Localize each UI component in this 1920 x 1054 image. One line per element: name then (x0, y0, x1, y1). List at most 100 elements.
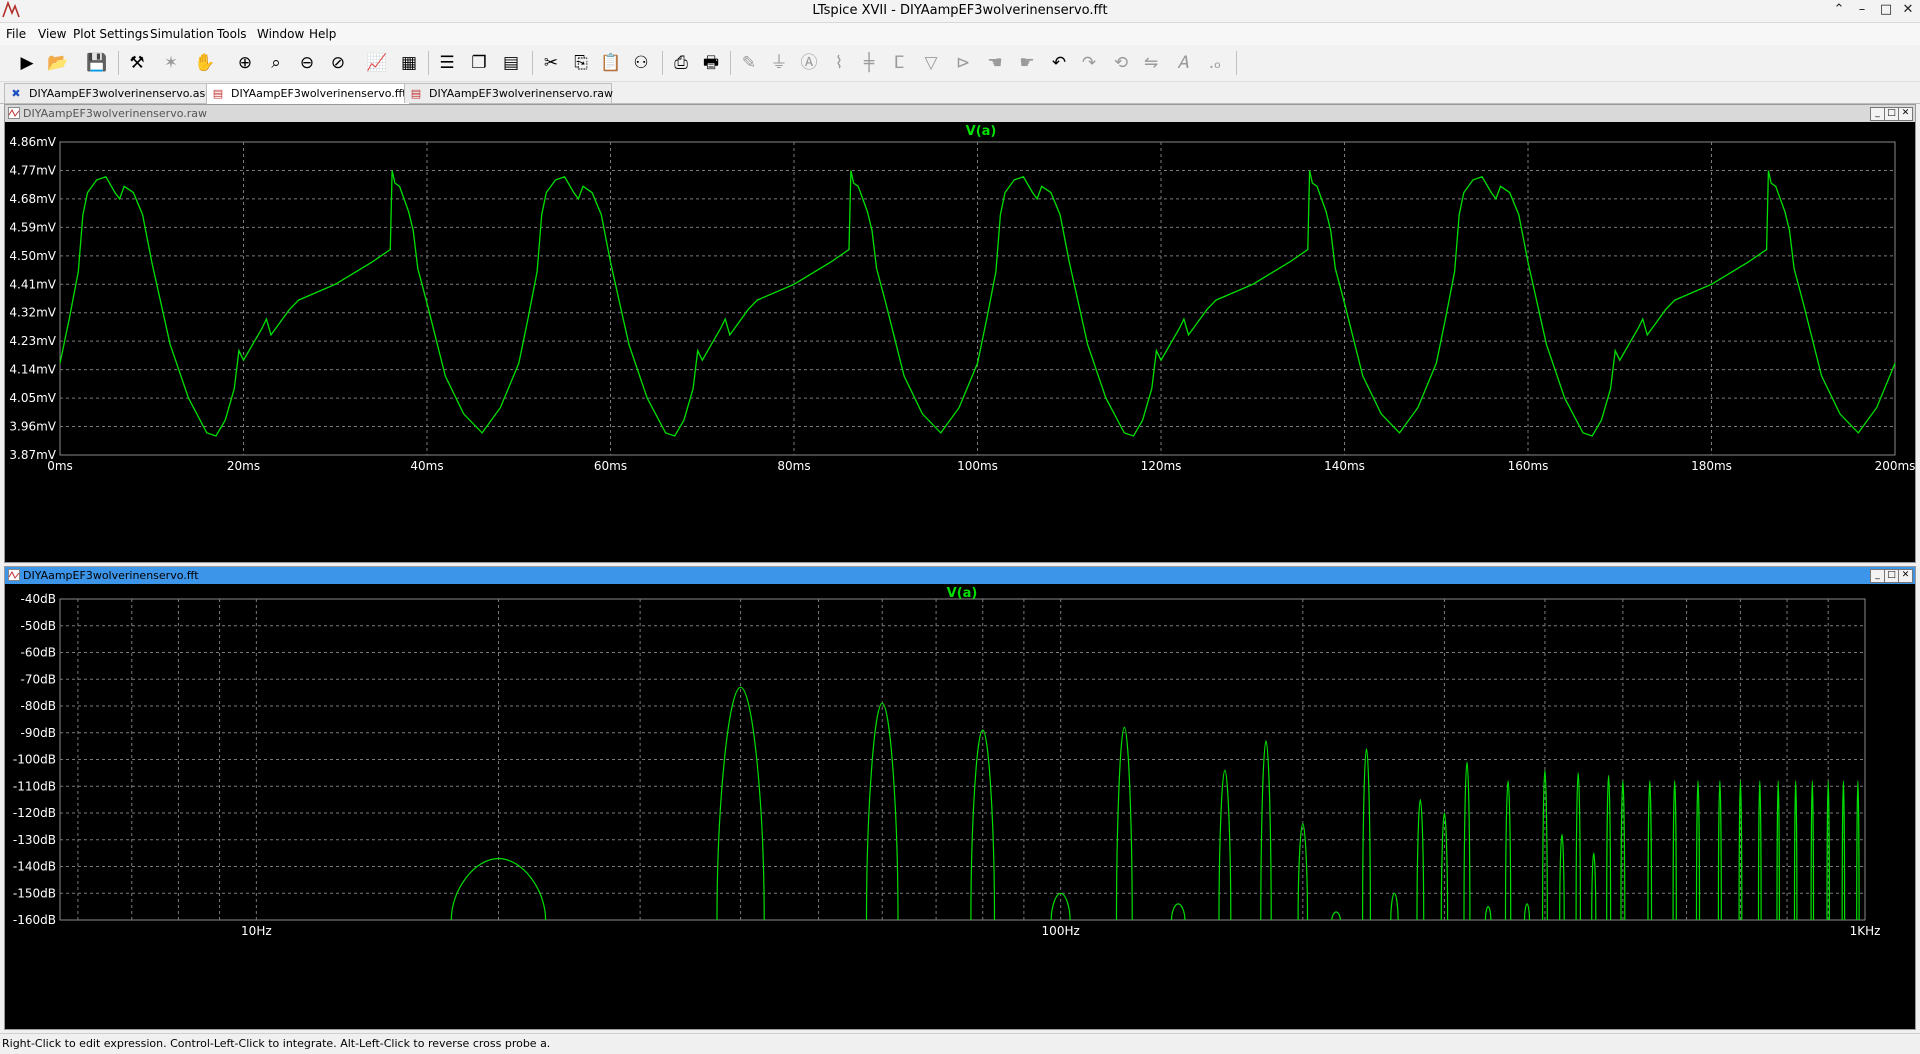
y-tick-label[interactable]: 4.41mV (9, 277, 56, 291)
y-tick-label[interactable]: -150dB (13, 886, 56, 900)
x-tick-label[interactable]: 120ms (1141, 459, 1182, 473)
plot-maximize-button[interactable]: □ (1884, 107, 1899, 121)
print-setup-icon[interactable]: 🖶 (698, 50, 724, 76)
y-tick-label[interactable]: 4.14mV (9, 363, 56, 377)
y-tick-label[interactable]: 4.59mV (9, 220, 56, 234)
x-tick-label[interactable]: 100Hz (1042, 924, 1080, 938)
fft-peak[interactable] (1672, 780, 1677, 921)
autorange-icon[interactable]: 📈 (364, 50, 390, 76)
x-tick-label[interactable]: 10Hz (241, 924, 272, 938)
y-tick-label[interactable]: -110dB (13, 779, 56, 793)
fft-peak[interactable] (1416, 798, 1425, 921)
x-tick-label[interactable]: 100ms (957, 459, 998, 473)
y-tick-label[interactable]: -80dB (21, 699, 56, 713)
window-restore-button[interactable]: – (1853, 2, 1871, 17)
draw-wire-icon[interactable]: ✎ (736, 50, 762, 76)
save-icon[interactable]: 💾 (84, 50, 110, 76)
drag-hand-icon[interactable]: ☛ (1014, 50, 1040, 76)
window-minimize-button[interactable]: ⌃ (1830, 2, 1848, 17)
find-binoculars-icon[interactable]: ⚇ (628, 50, 654, 76)
fft-peak[interactable] (1810, 780, 1815, 921)
copy-icon[interactable]: ⎘ (568, 50, 594, 76)
tile-vertical-icon[interactable]: ▤ (498, 50, 524, 76)
transient-plot-title-bar[interactable]: DIYAampEF3wolverinenservo.raw _ □ ✕ (5, 105, 1915, 122)
fft-peak[interactable] (1793, 780, 1798, 921)
x-tick-label[interactable]: 1KHz (1850, 924, 1881, 938)
spice-directive-icon[interactable]: .ₒ (1202, 50, 1228, 76)
y-tick-label[interactable]: -130dB (13, 833, 56, 847)
resistor-icon[interactable]: ⌇ (826, 50, 852, 76)
ground-icon[interactable]: ⏚ (766, 50, 792, 76)
x-tick-label[interactable]: 20ms (227, 459, 260, 473)
fft-peak[interactable] (1606, 774, 1612, 921)
control-panel-icon[interactable]: ⚒ (124, 50, 150, 76)
y-tick-label[interactable]: 4.50mV (9, 249, 56, 263)
zoom-fit-icon[interactable]: ⊘ (325, 50, 351, 76)
tab-raw[interactable]: ▤ DIYAampEF3wolverinenservo.raw (404, 83, 613, 103)
menu-simulation[interactable]: Simulation (150, 27, 214, 41)
y-tick-label[interactable]: 4.05mV (9, 391, 56, 405)
fft-peak[interactable] (1523, 903, 1531, 921)
cut-icon[interactable]: ✂ (538, 50, 564, 76)
fft-peak[interactable] (1331, 911, 1341, 921)
x-tick-label[interactable]: 160ms (1508, 459, 1549, 473)
window-close-button[interactable]: ✕ (1899, 2, 1917, 17)
run-icon[interactable]: ▶ (14, 50, 40, 76)
plot-maximize-button[interactable]: □ (1884, 569, 1899, 583)
undo-icon[interactable]: ↶ (1046, 50, 1072, 76)
menu-window[interactable]: Window (257, 27, 304, 41)
trace-label-va[interactable]: V(a) (966, 124, 997, 139)
fft-peak[interactable] (1362, 748, 1371, 921)
fft-peak[interactable] (1218, 769, 1232, 921)
tab-asc[interactable]: ✖ DIYAampEF3wolverinenservo.asc (4, 83, 214, 103)
plot-minimize-button[interactable]: _ (1870, 569, 1885, 583)
y-tick-label[interactable]: -50dB (21, 619, 56, 633)
redo-icon[interactable]: ↷ (1076, 50, 1102, 76)
x-tick-label[interactable]: 80ms (777, 459, 810, 473)
x-tick-label[interactable]: 140ms (1324, 459, 1365, 473)
diode-icon[interactable]: ▽ (918, 50, 944, 76)
menu-view[interactable]: View (38, 27, 66, 41)
fft-peak[interactable] (1856, 780, 1860, 921)
inductor-icon[interactable]: ⵎ (886, 50, 912, 76)
y-tick-label[interactable]: 4.32mV (9, 306, 56, 320)
x-tick-label[interactable]: 40ms (410, 459, 443, 473)
label-net-icon[interactable]: Ⓐ (796, 50, 822, 76)
cascade-icon[interactable]: ❐ (466, 50, 492, 76)
y-tick-label[interactable]: -160dB (13, 913, 56, 927)
move-hand-icon[interactable]: ☚ (982, 50, 1008, 76)
y-tick-label[interactable]: -100dB (13, 753, 56, 767)
fft-plot-area[interactable]: V(a) -40dB -50dB -60dB -70dB -80dB -90dB -100d… (5, 584, 1915, 1029)
pick-visible-traces-icon[interactable]: ▦ (396, 50, 422, 76)
y-tick-label[interactable]: 4.86mV (9, 135, 56, 149)
tile-horizontal-icon[interactable]: ☰ (434, 50, 460, 76)
y-tick-label[interactable]: 4.68mV (9, 192, 56, 206)
y-tick-label[interactable]: 4.77mV (9, 163, 56, 177)
y-tick-label[interactable]: -90dB (21, 726, 56, 740)
menu-help[interactable]: Help (309, 27, 336, 41)
zoom-in-icon[interactable]: ⊕ (232, 50, 258, 76)
pan-hand-icon[interactable]: ✋ (192, 50, 218, 76)
halt-icon[interactable]: ✶ (158, 50, 184, 76)
mirror-icon[interactable]: ⇋ (1138, 50, 1164, 76)
open-folder-icon[interactable]: 📂 (45, 50, 71, 76)
window-maximize-button[interactable]: □ (1877, 2, 1895, 17)
zoom-area-icon[interactable]: ⌕ (263, 50, 289, 76)
trace-label-va[interactable]: V(a) (947, 586, 978, 601)
x-tick-label[interactable]: 200ms (1875, 459, 1915, 473)
fft-peak[interactable] (1575, 772, 1581, 921)
fft-peak[interactable] (1695, 780, 1701, 921)
y-tick-label[interactable]: -40dB (21, 592, 56, 606)
print-icon[interactable]: ⎙ (668, 50, 694, 76)
capacitor-icon[interactable]: ╪ (856, 50, 882, 76)
fft-peak[interactable] (1841, 780, 1846, 921)
y-tick-label[interactable]: -120dB (13, 806, 56, 820)
text-icon[interactable]: 𝐴 (1170, 50, 1196, 76)
fft-peak[interactable] (1757, 780, 1762, 921)
x-tick-label[interactable]: 0ms (47, 459, 73, 473)
transient-plot-area[interactable]: V(a) 4.86mV 4.77mV 4.68mV 4.59mV 4.50mV 4.41m… (5, 122, 1915, 562)
y-tick-label[interactable]: 4.23mV (9, 334, 56, 348)
plot-minimize-button[interactable]: _ (1870, 107, 1885, 121)
fft-peak[interactable] (1559, 833, 1565, 921)
menu-file[interactable]: File (6, 27, 26, 41)
